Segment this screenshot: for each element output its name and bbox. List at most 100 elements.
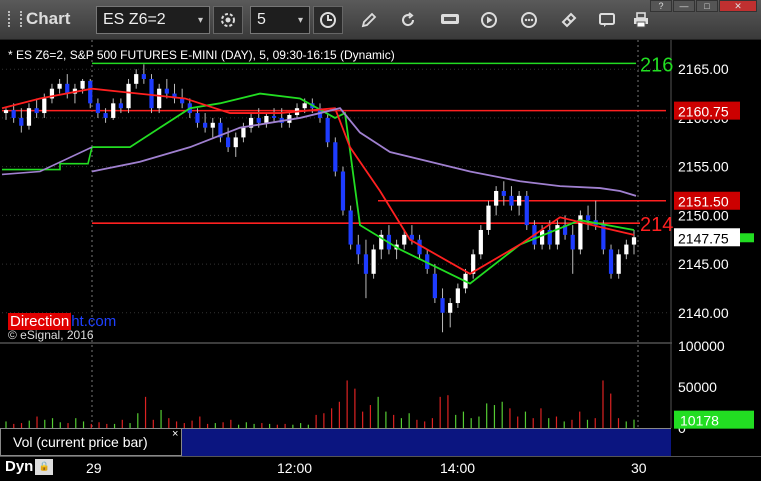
chart-legend: * ES Z6=2, S&P 500 FUTURES E-MINI (DAY),… — [8, 48, 395, 62]
candle-body — [118, 103, 123, 109]
candle-body — [80, 80, 85, 89]
candle-body — [134, 74, 139, 84]
candle-body — [88, 80, 93, 104]
x-axis-label: 12:00 — [277, 460, 313, 476]
help-button[interactable]: ? — [650, 0, 672, 12]
candle-body — [302, 103, 307, 109]
candle-body — [210, 122, 215, 128]
lock-icon[interactable]: 🔒 — [35, 458, 54, 475]
candle-body — [501, 191, 506, 196]
candle-body — [3, 110, 9, 114]
candle-body — [95, 103, 101, 114]
candle-body — [417, 239, 422, 255]
volume-tab-strip — [182, 428, 671, 456]
candle-body — [65, 83, 70, 94]
candle-body — [203, 122, 208, 128]
candle-body — [11, 110, 16, 118]
candle-body — [509, 195, 514, 206]
price-tick-label: 2145.00 — [678, 256, 729, 272]
price-chart[interactable]: 2165.002160.002155.002150.002145.002140.… — [0, 40, 761, 456]
symbol-settings-button[interactable] — [213, 6, 243, 34]
x-axis-label: 30 — [631, 460, 647, 476]
last-price-marker — [740, 233, 754, 243]
candle-body — [141, 74, 146, 79]
candle-body — [432, 273, 437, 299]
print-button[interactable] — [630, 10, 652, 30]
volume-tick-label: 50000 — [678, 379, 717, 395]
candle-body — [340, 171, 346, 211]
minimize-button[interactable]: — — [673, 0, 695, 12]
candle-body — [149, 78, 154, 109]
candle-body — [195, 113, 200, 123]
symbol-value: ES Z6=2 — [103, 11, 166, 28]
toolbar: Chart ES Z6=2 ▾ 5 ▾ ? — □ ✕ — [0, 0, 761, 40]
interval-time-button[interactable] — [313, 6, 343, 34]
level-label-edge: 214 — [640, 214, 673, 236]
chevron-down-icon[interactable]: ▾ — [198, 15, 203, 26]
maximize-button[interactable]: □ — [696, 0, 718, 12]
pencil-icon — [361, 12, 377, 28]
interval-select[interactable]: 5 ▾ — [250, 6, 310, 34]
candle-body — [539, 229, 545, 245]
candle-body — [157, 88, 162, 109]
candle-body — [256, 117, 261, 123]
link-button[interactable] — [558, 10, 580, 30]
clock-icon — [320, 12, 336, 28]
candle-body — [325, 117, 330, 143]
price-label: 2151.50 — [678, 194, 729, 210]
candle-body — [111, 103, 116, 118]
x-axis-label: 14:00 — [440, 460, 476, 476]
candle-body — [333, 142, 338, 172]
candle-body — [34, 108, 39, 114]
price-tick-label: 2150.00 — [678, 207, 729, 223]
copyright: © eSignal, 2016 — [8, 328, 94, 342]
close-button[interactable]: ✕ — [719, 0, 757, 12]
candle-body — [517, 195, 522, 206]
candle-body — [19, 117, 24, 126]
candle-body — [164, 88, 169, 94]
price-label: 2160.75 — [678, 104, 729, 120]
candle-body — [233, 137, 238, 148]
printer-icon — [634, 12, 648, 28]
volume-study-tab[interactable]: Vol (current price bar) — [0, 428, 182, 456]
get-data-button[interactable] — [439, 10, 461, 30]
refresh-button[interactable] — [397, 10, 419, 30]
interval-value: 5 — [257, 11, 266, 28]
candle-body — [363, 254, 369, 274]
candle-body — [440, 298, 445, 313]
window-title-text: Chart — [26, 9, 71, 28]
gear-icon — [221, 13, 235, 27]
price-tick-label: 2140.00 — [678, 305, 729, 321]
options-button[interactable] — [518, 10, 540, 30]
candle-body — [608, 249, 614, 274]
candle-body — [455, 288, 460, 304]
candle-body — [631, 237, 637, 245]
candle-body — [494, 191, 499, 206]
candle-body — [486, 205, 491, 230]
candle-body — [57, 83, 62, 89]
candle-body — [448, 303, 453, 313]
chat-icon — [599, 13, 615, 27]
candle-body — [624, 244, 629, 255]
x-axis-label: 29 — [86, 460, 102, 476]
dynamic-toggle[interactable]: Dyn 🔒 — [5, 458, 54, 475]
candle-body — [42, 98, 47, 114]
play-button[interactable] — [478, 10, 500, 30]
candle-body — [585, 215, 591, 221]
candle-body — [271, 115, 277, 118]
candle-body — [264, 115, 269, 123]
more-options-icon — [521, 12, 537, 28]
refresh-icon — [402, 12, 415, 27]
candle-body — [103, 113, 108, 118]
candle-body — [348, 210, 353, 245]
volume-tab-close-button[interactable]: × — [172, 428, 178, 440]
window-title[interactable]: Chart — [8, 9, 70, 29]
candle-body — [26, 108, 32, 126]
candle-body — [478, 229, 483, 255]
chat-button[interactable] — [596, 10, 618, 30]
drag-grip-icon[interactable] — [8, 11, 22, 27]
chevron-down-icon[interactable]: ▾ — [298, 15, 303, 26]
candle-body — [126, 83, 131, 109]
draw-tool-button[interactable] — [358, 10, 380, 30]
symbol-select[interactable]: ES Z6=2 ▾ — [96, 6, 210, 34]
